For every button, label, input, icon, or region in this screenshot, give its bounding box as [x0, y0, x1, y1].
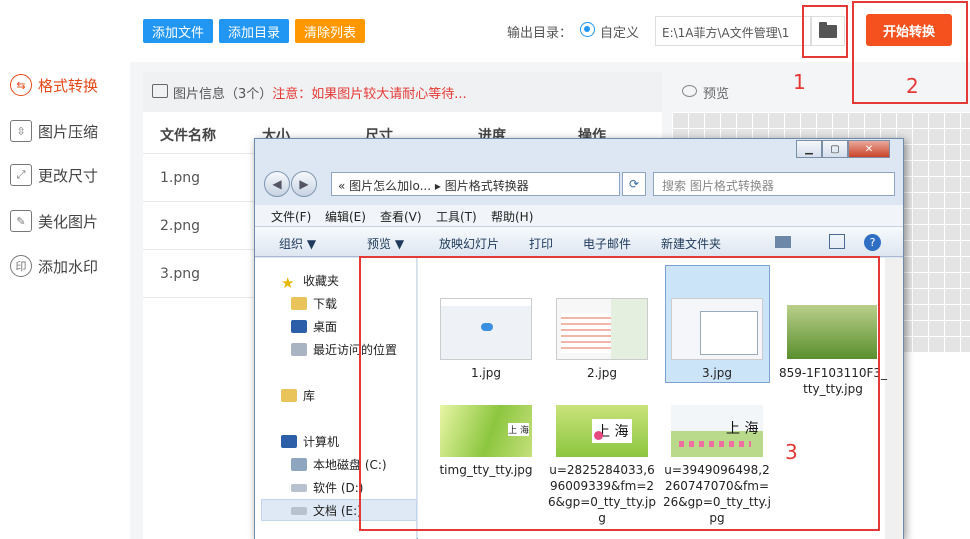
email-button[interactable]: 电子邮件	[583, 235, 631, 252]
table-row[interactable]: 1.png	[160, 170, 200, 186]
sidebar-item-format-convert[interactable]: ⇆ 格式转换	[10, 74, 98, 96]
add-directory-button[interactable]: 添加目录	[219, 19, 289, 43]
address-bar[interactable]: « 图片怎么加lo... ▸ 图片格式转换器	[331, 172, 620, 196]
drive-icon	[291, 483, 307, 492]
print-button[interactable]: 打印	[529, 235, 553, 252]
annotation-number-1: 1	[793, 70, 806, 94]
sidebar-item-label: 美化图片	[38, 212, 99, 231]
output-dir-label: 输出目录：	[507, 26, 573, 41]
scrollbar[interactable]	[885, 258, 903, 539]
minimize-button[interactable]: ▁	[796, 140, 822, 158]
sidebar-item-resize[interactable]: ⤢ 更改尺寸	[10, 164, 98, 186]
organize-button[interactable]: 组织 ▼	[279, 235, 316, 252]
library-icon	[281, 389, 297, 402]
refresh-button[interactable]: ⟳	[622, 172, 646, 196]
nav-label: 库	[303, 389, 316, 403]
image-count-label: 图片信息（3个）	[173, 87, 273, 102]
menu-tools[interactable]: 工具(T)	[436, 208, 477, 225]
menu-help[interactable]: 帮助(H)	[491, 208, 533, 225]
menu-view[interactable]: 查看(V)	[380, 208, 422, 225]
nav-label: 下载	[313, 297, 338, 311]
sidebar-item-label: 图片压缩	[38, 122, 99, 141]
sidebar-item-watermark[interactable]: 印 添加水印	[10, 255, 98, 277]
nav-favorites[interactable]: ★ 收藏夹	[281, 272, 340, 292]
preview-button[interactable]: 预览 ▼	[367, 235, 404, 252]
annotation-box-3	[359, 256, 880, 531]
nav-label: 软件 (D:)	[313, 481, 364, 495]
close-button[interactable]: ✕	[848, 140, 890, 158]
forward-button[interactable]: ▶	[291, 171, 317, 197]
view-icon[interactable]	[775, 236, 791, 248]
drive-icon	[291, 458, 307, 471]
add-file-button[interactable]: 添加文件	[143, 19, 213, 43]
sidebar: ⇆ 格式转换 ⇳ 图片压缩 ⤢ 更改尺寸 ✎ 美化图片 印 添加水印	[0, 0, 130, 539]
convert-icon: ⇆	[10, 74, 32, 96]
pane-icon[interactable]	[829, 234, 845, 249]
column-header-name: 文件名称	[160, 128, 216, 144]
nav-drive-e[interactable]: 文档 (E:)	[291, 502, 362, 519]
new-folder-button[interactable]: 新建文件夹	[661, 235, 721, 252]
maximize-button[interactable]: ▢	[822, 140, 848, 158]
slideshow-button[interactable]: 放映幻灯片	[439, 235, 499, 252]
image-info-title: 图片信息（3个）注意：如果图片较大请耐心等待...	[173, 83, 467, 102]
sidebar-item-label: 更改尺寸	[38, 166, 99, 185]
nav-label: 桌面	[313, 320, 338, 334]
search-input[interactable]: 搜索 图片格式转换器	[653, 172, 895, 196]
table-row[interactable]: 2.png	[160, 218, 200, 234]
watermark-icon: 印	[10, 255, 32, 277]
sidebar-item-compress[interactable]: ⇳ 图片压缩	[10, 120, 98, 142]
annotation-number-2: 2	[906, 74, 919, 98]
computer-icon	[281, 435, 297, 448]
recent-icon	[291, 343, 307, 356]
drive-icon	[291, 506, 307, 515]
star-icon: ★	[281, 274, 295, 292]
nav-downloads[interactable]: 下载	[291, 295, 337, 312]
nav-library[interactable]: 库	[281, 387, 315, 404]
menu-edit[interactable]: 编辑(E)	[325, 208, 366, 225]
window-controls: ▁ ▢ ✕	[796, 140, 890, 158]
preview-eye-icon	[682, 85, 697, 97]
explorer-toolbar	[255, 227, 903, 257]
image-icon	[152, 84, 168, 98]
warning-text: 注意：如果图片较大请耐心等待...	[272, 87, 467, 102]
desktop-icon	[291, 320, 307, 333]
menu-file[interactable]: 文件(F)	[271, 208, 311, 225]
nav-desktop[interactable]: 桌面	[291, 318, 337, 335]
annotation-box-1	[802, 5, 848, 58]
sidebar-item-label: 格式转换	[38, 76, 99, 95]
custom-radio[interactable]	[580, 22, 595, 37]
nav-label: 收藏夹	[303, 274, 340, 288]
nav-label: 文档 (E:)	[313, 504, 362, 518]
help-icon[interactable]: ?	[864, 234, 881, 251]
nav-drive-d[interactable]: 软件 (D:)	[291, 479, 363, 496]
annotation-number-3: 3	[785, 440, 798, 464]
custom-radio-label: 自定义	[600, 26, 640, 41]
output-path-field[interactable]: E:\1A菲方\A文件管理\1	[655, 16, 811, 46]
preview-title: 预览	[703, 87, 730, 102]
download-folder-icon	[291, 297, 307, 310]
nav-computer[interactable]: 计算机	[281, 433, 339, 450]
clear-list-button[interactable]: 清除列表	[295, 19, 365, 43]
sidebar-item-label: 添加水印	[38, 257, 99, 276]
back-button[interactable]: ◀	[264, 171, 290, 197]
nav-label: 计算机	[303, 435, 340, 449]
beautify-icon: ✎	[10, 210, 32, 232]
compress-icon: ⇳	[10, 120, 32, 142]
table-row[interactable]: 3.png	[160, 266, 200, 282]
resize-icon: ⤢	[10, 164, 32, 186]
sidebar-item-beautify[interactable]: ✎ 美化图片	[10, 210, 98, 232]
